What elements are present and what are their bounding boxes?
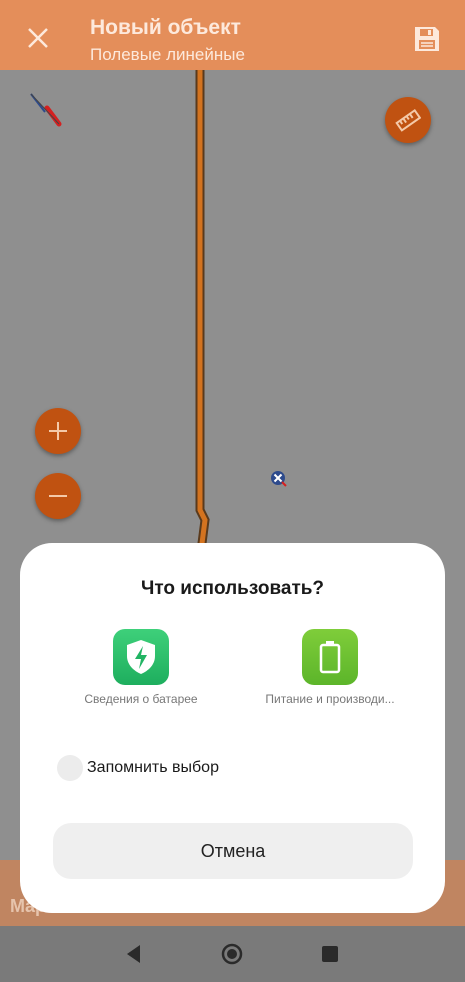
option-label: Сведения о батарее (84, 692, 198, 706)
page-title: Новый объект (90, 16, 241, 39)
remember-choice[interactable]: Запомнить выбор (57, 754, 219, 782)
location-marker[interactable] (268, 468, 288, 488)
option-label: Питание и производи... (265, 692, 395, 706)
page-subtitle: Полевые линейные (90, 45, 245, 64)
close-icon[interactable] (22, 22, 54, 54)
system-nav-bar (0, 926, 465, 982)
battery-shield-icon (113, 629, 169, 685)
back-icon[interactable] (120, 940, 148, 968)
dialog-title: Что использовать? (140, 578, 325, 599)
option-power-performance[interactable]: Питание и производи... (260, 629, 400, 707)
zoom-out-button[interactable] (35, 473, 81, 519)
compass-icon[interactable] (25, 90, 65, 130)
app-bar: Новый объект Полевые линейные (0, 0, 465, 70)
save-icon[interactable] (412, 24, 442, 54)
recents-icon[interactable] (316, 940, 344, 968)
app-chooser-dialog: Что использовать? Сведения о батарее Пит… (20, 543, 445, 913)
home-icon[interactable] (218, 940, 246, 968)
remember-checkbox[interactable] (57, 755, 83, 781)
minus-icon (46, 484, 70, 508)
battery-icon (302, 629, 358, 685)
ruler-button[interactable] (385, 97, 431, 143)
plus-icon (46, 419, 70, 443)
cancel-button[interactable]: Отмена (53, 823, 413, 879)
zoom-in-button[interactable] (35, 408, 81, 454)
remember-label: Запомнить выбор (87, 759, 219, 776)
option-battery-info[interactable]: Сведения о батарее (71, 629, 211, 707)
ruler-icon (395, 107, 421, 133)
